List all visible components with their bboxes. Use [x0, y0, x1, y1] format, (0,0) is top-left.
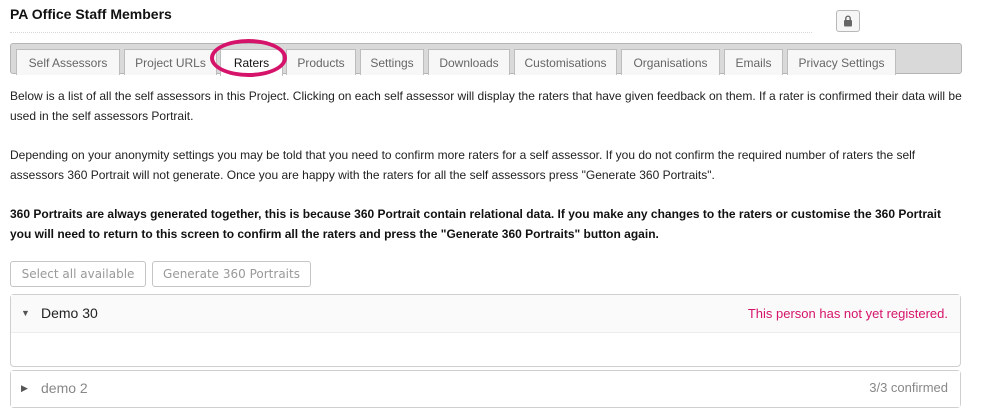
- tab-bar: Self Assessors Project URLs Raters Produ…: [10, 43, 962, 76]
- tab-emails[interactable]: Emails: [724, 49, 783, 75]
- lock-icon: [844, 15, 852, 27]
- assessor-status: 3/3 confirmed: [869, 380, 948, 395]
- generate-portraits-button[interactable]: Generate 360 Portraits: [152, 261, 311, 287]
- tab-organisations[interactable]: Organisations: [621, 49, 720, 75]
- assessor-panel-header[interactable]: ▼ Demo 30 This person has not yet regist…: [11, 295, 960, 333]
- tab-downloads[interactable]: Downloads: [428, 49, 510, 75]
- assessor-name: Demo 30: [41, 305, 98, 321]
- lock-button[interactable]: [836, 10, 860, 32]
- intro-paragraph-3: 360 Portraits are always generated toget…: [10, 207, 942, 241]
- assessor-panel-header[interactable]: ▶ demo 2 3/3 confirmed: [11, 371, 960, 407]
- tab-privacy-settings[interactable]: Privacy Settings: [787, 49, 896, 75]
- assessor-panel-demo-30[interactable]: ▼ Demo 30 This person has not yet regist…: [10, 294, 961, 367]
- assessor-name: demo 2: [41, 380, 88, 396]
- assessor-panel-demo-2[interactable]: ▶ demo 2 3/3 confirmed: [10, 370, 961, 408]
- tab-project-urls[interactable]: Project URLs: [124, 49, 217, 75]
- title-divider: [10, 32, 812, 33]
- intro-paragraph-1: Below is a list of all the self assessor…: [10, 89, 962, 123]
- intro-paragraph-2: Depending on your anonymity settings you…: [10, 148, 916, 182]
- page-title: PA Office Staff Members: [10, 6, 172, 22]
- tab-products[interactable]: Products: [286, 49, 356, 75]
- caret-down-icon: ▼: [21, 308, 30, 318]
- tab-settings[interactable]: Settings: [360, 49, 424, 75]
- assessor-status: This person has not yet registered.: [747, 306, 948, 321]
- tab-self-assessors[interactable]: Self Assessors: [16, 49, 120, 75]
- tab-raters[interactable]: Raters: [220, 49, 283, 76]
- tab-customisations[interactable]: Customisations: [514, 49, 617, 75]
- caret-right-icon: ▶: [21, 383, 28, 393]
- select-all-button[interactable]: Select all available: [10, 261, 146, 287]
